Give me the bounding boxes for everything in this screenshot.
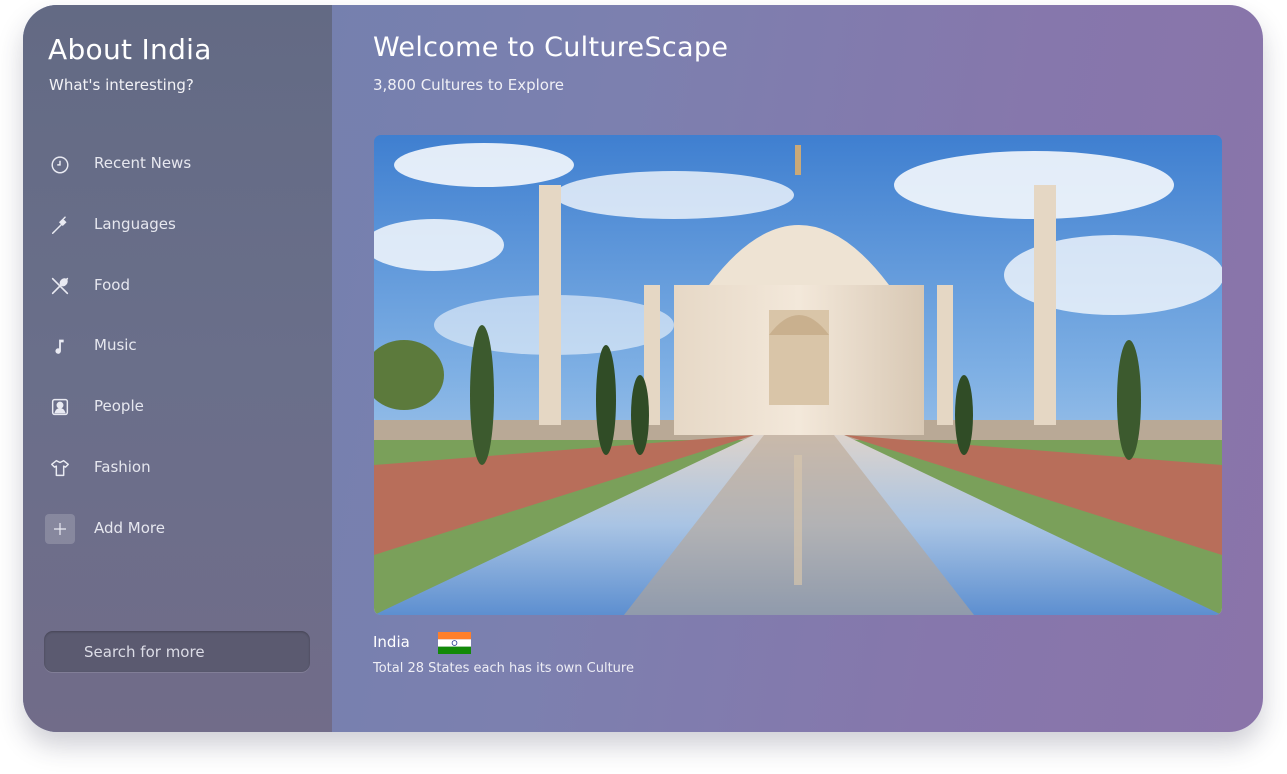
- plus-icon: [45, 514, 75, 544]
- sidebar-item-recent-news[interactable]: Recent News: [43, 143, 313, 185]
- sidebar-item-label: Fashion: [94, 458, 151, 476]
- person-badge-icon: [45, 392, 75, 422]
- search-input[interactable]: [44, 631, 310, 672]
- music-note-icon: [45, 331, 75, 361]
- sidebar-item-label: Languages: [94, 215, 176, 233]
- utensils-icon: [45, 271, 75, 301]
- country-description: Total 28 States each has its own Culture: [373, 661, 634, 676]
- sidebar-item-languages[interactable]: Languages: [43, 204, 313, 246]
- sidebar-item-label: Food: [94, 276, 130, 294]
- country-name: India: [373, 633, 410, 651]
- sidebar-subtitle: What's interesting?: [49, 76, 194, 94]
- tshirt-icon: [45, 453, 75, 483]
- sidebar-item-people[interactable]: People: [43, 386, 313, 428]
- sidebar-item-label: Recent News: [94, 154, 192, 172]
- page-title: Welcome to CultureScape: [373, 32, 729, 63]
- sidebar-item-music[interactable]: Music: [43, 325, 313, 367]
- sidebar-item-label: Add More: [94, 519, 165, 537]
- taj-mahal-photo: [374, 135, 1222, 615]
- page-subtitle: 3,800 Cultures to Explore: [373, 76, 565, 94]
- sidebar-item-label: People: [94, 397, 144, 415]
- sidebar-item-fashion[interactable]: Fashion: [43, 447, 313, 489]
- add-more-button[interactable]: Add More: [43, 508, 313, 550]
- clock-icon: [45, 149, 75, 179]
- india-flag-icon: [438, 632, 471, 654]
- sidebar-title: About India: [48, 33, 212, 66]
- sidebar: About India What's interesting? Recent N…: [23, 5, 332, 732]
- pen-icon: [45, 210, 75, 240]
- sidebar-item-food[interactable]: Food: [43, 265, 313, 307]
- app-window: About India What's interesting? Recent N…: [23, 5, 1263, 732]
- sidebar-item-label: Music: [94, 336, 137, 354]
